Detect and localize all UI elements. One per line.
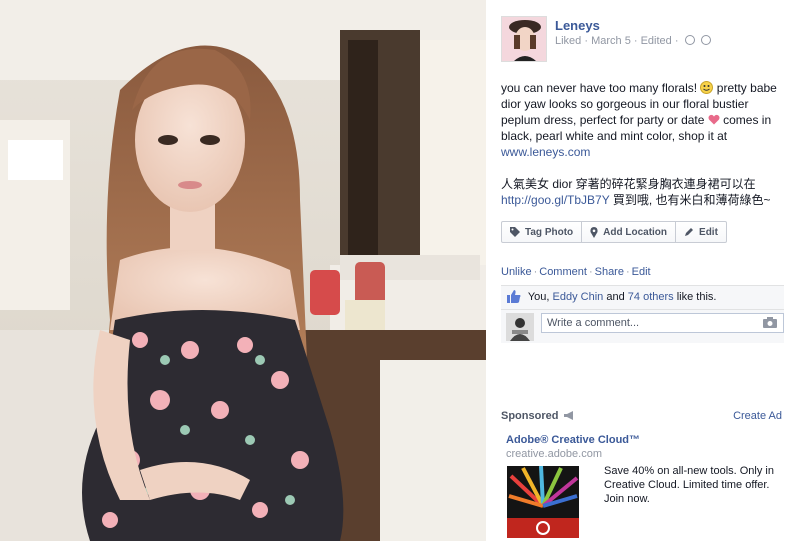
camera-icon[interactable] (763, 317, 777, 328)
tag-icon (510, 227, 520, 237)
message-cn-text: 人氣美女 dior 穿著的碎花緊身胸衣連身裙可以在 (501, 177, 756, 191)
globe-icon[interactable] (700, 35, 711, 45)
message-link[interactable]: www.leneys.com (501, 145, 590, 159)
create-ad-link[interactable]: Create Ad (733, 410, 782, 422)
sponsored-label: Sponsored (501, 410, 559, 422)
likes-person-link[interactable]: Eddy Chin (553, 291, 604, 303)
add-location-button[interactable]: Add Location (582, 222, 677, 242)
tag-photo-button[interactable]: Tag Photo (502, 222, 583, 242)
comment-placeholder: Write a comment... (547, 317, 640, 329)
message-cn-tail: 買到哦, 也有米白和薄荷綠色~ (612, 193, 771, 207)
sponsored-header: Sponsored (501, 410, 575, 422)
message-cn-link[interactable]: http://goo.gl/TbJB7Y (501, 193, 610, 207)
ad-image[interactable] (507, 466, 579, 538)
ad-title[interactable]: Adobe® Creative Cloud™ (506, 434, 640, 446)
add-location-label: Add Location (603, 226, 668, 238)
message-text-1: you can never have too many florals! (501, 81, 698, 95)
location-pin-icon (590, 226, 598, 238)
author-name[interactable]: Leneys (555, 18, 600, 33)
likes-others-link[interactable]: 74 others (628, 291, 674, 303)
post-details-panel: Leneys Liked · March 5 · Edited · you ca… (486, 0, 788, 541)
post-message: you can never have too many florals! pre… (501, 80, 783, 224)
share-link[interactable]: Share (595, 266, 624, 278)
edit-photo-label: Edit (699, 226, 718, 238)
comment-link[interactable]: Comment (539, 266, 587, 278)
likes-and: and (606, 291, 625, 303)
likes-tail: like this. (676, 291, 717, 303)
commenter-avatar[interactable] (506, 313, 534, 341)
pencil-icon (685, 228, 694, 236)
likes-summary: You, Eddy Chin and 74 others like this. (501, 285, 784, 309)
post-meta: Liked · March 5 · Edited · (555, 35, 711, 47)
clock-icon (684, 35, 695, 45)
photo-actions-bar: Tag Photo Add Location Edit (501, 221, 727, 243)
ufi-links: Unlike · Comment · Share · Edit (501, 266, 651, 278)
thumbs-up-icon (507, 290, 521, 303)
photo-image (0, 0, 486, 541)
message-paragraph-en: you can never have too many florals! pre… (501, 80, 783, 160)
post-meta-text: Liked · March 5 · Edited · (555, 35, 679, 47)
comment-composer: Write a comment... (501, 309, 784, 343)
author-avatar[interactable] (501, 16, 547, 62)
megaphone-icon (563, 411, 573, 420)
smiley-icon (700, 81, 714, 94)
likes-you: You, (527, 291, 550, 303)
ad-domain: creative.adobe.com (506, 448, 602, 460)
heart-icon (708, 114, 720, 125)
post-photo[interactable] (0, 0, 486, 541)
unlike-link[interactable]: Unlike (501, 266, 532, 278)
comment-input[interactable]: Write a comment... (541, 313, 784, 333)
message-paragraph-cn: 人氣美女 dior 穿著的碎花緊身胸衣連身裙可以在 http://goo.gl/… (501, 176, 783, 208)
edit-photo-button[interactable]: Edit (676, 222, 726, 242)
edit-link[interactable]: Edit (632, 266, 651, 278)
ad-body: Save 40% on all-new tools. Only in Creat… (604, 465, 774, 505)
tag-photo-label: Tag Photo (525, 226, 574, 238)
